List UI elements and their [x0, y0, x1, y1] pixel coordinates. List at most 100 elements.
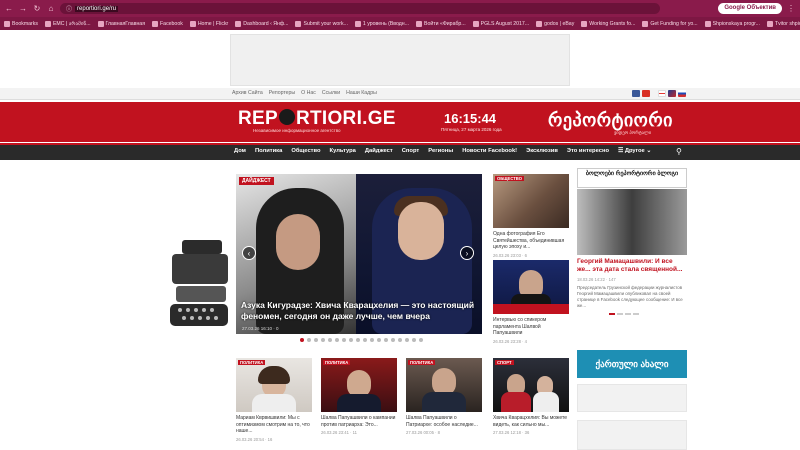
slider-dot[interactable]	[377, 338, 381, 342]
bottom-card-meta: 27.03.26 12:18 · 36	[493, 430, 530, 435]
featured-slider[interactable]: ДАЙДЖЕСТ ‹ › Азука Кигурадзе: Хвича Квар…	[236, 174, 482, 334]
google-lens-button[interactable]: Google Объектив	[718, 3, 782, 14]
slider-dot[interactable]	[335, 338, 339, 342]
bookmark-favicon-icon	[581, 20, 588, 27]
bottom-card-badge: СПОРТ	[495, 360, 514, 365]
utility-link[interactable]: Наши Кадры	[346, 90, 377, 96]
forward-icon[interactable]: →	[18, 4, 28, 14]
bottom-article-card[interactable]: ПОЛИТИКА Шалва Папуашвили о Патриархе: о…	[406, 358, 482, 435]
menu-item[interactable]: Культура	[330, 148, 356, 154]
sidebar-ad-slot[interactable]	[577, 384, 687, 412]
bookmark-item[interactable]: godos | eBay	[536, 20, 574, 27]
flag-georgia-icon[interactable]	[658, 90, 666, 97]
bookmark-item[interactable]: Shpionskaya progr...	[704, 20, 760, 27]
side-article-card[interactable]: Интервью со спикером парламента Шалвой П…	[493, 260, 569, 344]
address-bar[interactable]: ⓘ reportiori.ge/ru	[60, 3, 660, 14]
search-icon[interactable]: ⚲	[676, 147, 682, 156]
back-icon[interactable]: ←	[4, 4, 14, 14]
bookmark-item[interactable]: Tvitor shpion	[766, 20, 800, 27]
slider-dot[interactable]	[307, 338, 311, 342]
bookmark-favicon-icon	[152, 20, 159, 27]
bookmark-item[interactable]: Bookmarks	[4, 20, 38, 27]
youtube-icon[interactable]	[642, 90, 650, 97]
menu-item[interactable]: Эксклюзив	[526, 148, 558, 154]
slider-dot[interactable]	[412, 338, 416, 342]
site-info-icon[interactable]: ⓘ	[66, 4, 72, 13]
blog-banner[interactable]: ბოლოები რეპორტიორი ბლოგი	[577, 168, 687, 188]
slider-dot[interactable]	[328, 338, 332, 342]
slider-dot[interactable]	[398, 338, 402, 342]
slider-dot[interactable]	[356, 338, 360, 342]
slider-dot[interactable]	[405, 338, 409, 342]
bookmark-item[interactable]: Get Funding for yo...	[642, 20, 698, 27]
menu-item[interactable]: Спорт	[402, 148, 420, 154]
side-card-title[interactable]: Одна фотография Его Святейшества, объеди…	[493, 231, 569, 251]
top-ad-banner[interactable]	[230, 34, 570, 86]
next-arrow-icon[interactable]: ›	[460, 246, 474, 260]
utility-links: Архив Сайта Репортеры О Нас Ссылки Наши Кадр…	[232, 90, 377, 96]
georgian-logo[interactable]: რეპორტიორი	[548, 110, 673, 131]
slider-dot[interactable]	[363, 338, 367, 342]
menu-item[interactable]: Политика	[255, 148, 282, 154]
georgian-news-banner[interactable]: ქართული ახალი	[577, 350, 687, 378]
facebook-icon[interactable]	[632, 90, 640, 97]
bottom-card-title[interactable]: Хвича Кварацхелия: Вы можете видеть, как…	[493, 415, 569, 428]
menu-item[interactable]: Это интересно	[567, 148, 609, 154]
bottom-card-title[interactable]: Шалва Папуашвили о кампании против патри…	[321, 415, 397, 428]
prev-arrow-icon[interactable]: ‹	[242, 246, 256, 260]
sidebar-ad-slot[interactable]	[577, 420, 687, 450]
menu-item[interactable]: Дайджест	[365, 148, 393, 154]
slider-dot[interactable]	[384, 338, 388, 342]
flag-russia-icon[interactable]	[678, 90, 686, 97]
utility-link[interactable]: Репортеры	[269, 90, 295, 96]
side-article-card[interactable]: ОБЩЕСТВО Одна фотография Его Святейшеств…	[493, 174, 569, 258]
bookmark-item[interactable]: Working Grants fo...	[581, 20, 635, 27]
bookmark-item[interactable]: Facebook	[152, 20, 183, 27]
slider-dot[interactable]	[391, 338, 395, 342]
home-icon[interactable]: ⌂	[46, 4, 56, 14]
bookmark-item[interactable]: Home | Flickr	[189, 20, 228, 27]
menu-item[interactable]: ☰ Другое ⌄	[618, 148, 651, 154]
featured-blog-photo[interactable]	[577, 189, 687, 255]
slider-dot[interactable]	[370, 338, 374, 342]
slider-dot[interactable]	[314, 338, 318, 342]
browser-toolbar: ← → ↻ ⌂ ⓘ reportiori.ge/ru Google Объект…	[0, 0, 800, 17]
slide-meta: 27.03.26 16:10 · 0	[242, 326, 279, 331]
menu-item[interactable]: Регионы	[428, 148, 453, 154]
reload-icon[interactable]: ↻	[32, 4, 42, 14]
side-card-title[interactable]: Интервью со спикером парламента Шалвой П…	[493, 317, 569, 337]
slider-dot[interactable]	[349, 338, 353, 342]
bookmark-item[interactable]: Войти «Фирабр...	[416, 20, 466, 27]
site-logo[interactable]: REP RTIORI.GE	[238, 108, 396, 130]
featured-blog-headline[interactable]: Георгий Мамацашвили: И все же... эта дат…	[577, 258, 687, 274]
slider-dot[interactable]	[321, 338, 325, 342]
bookmark-item[interactable]: ГлавнаяГлавная	[97, 20, 145, 27]
utility-link[interactable]: Архив Сайта	[232, 90, 263, 96]
bottom-card-title[interactable]: Шалва Папуашвили о Патриархе: особое нас…	[406, 415, 482, 428]
bookmark-item[interactable]: Dashboard ‹ Янф...	[235, 20, 288, 27]
menu-item[interactable]: Новости Facebook!	[462, 148, 517, 154]
bottom-article-card[interactable]: ПОЛИТИКА Шалва Папуашвили о кампании про…	[321, 358, 397, 435]
bottom-card-title[interactable]: Мариам Кврвишвили: Мы с оптимизмом смотр…	[236, 415, 312, 435]
flag-uk-icon[interactable]	[668, 90, 676, 97]
slider-dot[interactable]	[300, 338, 304, 342]
bookmark-item[interactable]: EMC | არამიწ...	[44, 20, 91, 27]
utility-link[interactable]: О Нас	[301, 90, 316, 96]
menu-icon[interactable]: ⋮	[786, 4, 796, 14]
bottom-card-badge: ПОЛИТИКА	[238, 360, 266, 365]
georgian-logo-subtitle: ვიდეო პორტალი	[614, 130, 652, 135]
bottom-article-card[interactable]: ПОЛИТИКА Мариам Кврвишвили: Мы с оптимиз…	[236, 358, 312, 442]
menu-item[interactable]: Дом	[234, 148, 246, 154]
featured-blog-meta: 18.03.26 14:22 · 147	[577, 277, 616, 282]
bottom-card-badge: ПОЛИТИКА	[408, 360, 436, 365]
utility-link[interactable]: Ссылки	[322, 90, 340, 96]
slider-dot[interactable]	[419, 338, 423, 342]
bottom-article-card[interactable]: СПОРТ Хвича Кварацхелия: Вы можете видет…	[493, 358, 569, 435]
slide-category-badge[interactable]: ДАЙДЖЕСТ	[239, 177, 274, 185]
slider-dot[interactable]	[342, 338, 346, 342]
slide-headline[interactable]: Азука Кигурадзе: Хвича Кварацхелия — это…	[241, 300, 477, 322]
bookmark-item[interactable]: PGLS August 2017...	[472, 20, 529, 27]
bookmark-item[interactable]: Submit your work...	[295, 20, 348, 27]
menu-item[interactable]: Общество	[291, 148, 320, 154]
bookmark-item[interactable]: 1 уровень (Вводн...	[354, 20, 409, 27]
